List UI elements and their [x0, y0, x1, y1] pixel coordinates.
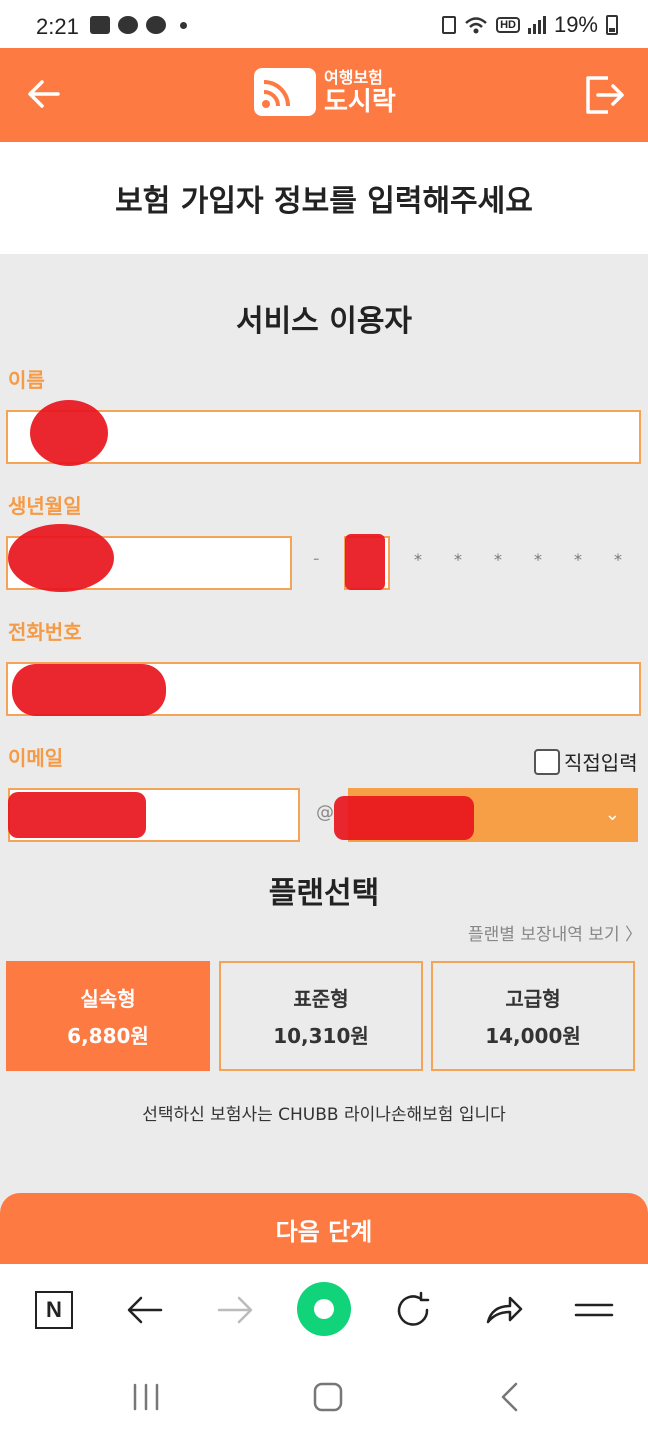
masked-digit: * [494, 550, 502, 569]
birth-separator: - [313, 548, 320, 569]
naver-green-dot-icon[interactable] [296, 1281, 352, 1337]
battery-percent: 19% [553, 12, 598, 37]
logo-line1: 여행보험 [324, 67, 383, 87]
masked-digit: * [414, 550, 422, 569]
kakaotalk-icon [118, 16, 138, 34]
logo-line2: 도시락 [324, 86, 396, 117]
status-right: HD 19% [442, 12, 618, 38]
page-title: 보험 가입자 정보를 입력해주세요 [0, 142, 648, 254]
plan-name: 고급형 [505, 987, 561, 1011]
hd-badge: HD [496, 17, 520, 33]
redaction-mark [8, 792, 146, 838]
chat-bubble-icon [146, 16, 166, 34]
direct-input-label: 직접입력 [564, 751, 638, 775]
id-masked-digits: * * * * * * [414, 550, 622, 569]
service-user-title: 서비스 이용자 [235, 304, 413, 339]
back-arrow-icon[interactable] [24, 74, 64, 114]
email-label: 이메일 [8, 746, 64, 770]
plan-price: 10,310원 [273, 1024, 369, 1048]
redaction-mark [30, 400, 108, 466]
phone-label: 전화번호 [8, 620, 82, 644]
redaction-mark [12, 664, 166, 716]
system-back-icon[interactable] [496, 1382, 524, 1412]
direct-input-checkbox[interactable]: 직접입력 [534, 747, 638, 776]
status-bar: 2:21 HD 19% [0, 0, 648, 48]
rss-logo-icon [254, 68, 316, 116]
browser-forward-icon[interactable] [211, 1286, 259, 1334]
notification-icons [90, 16, 187, 34]
plan-option-standard[interactable]: 표준형 10,310원 [219, 961, 423, 1071]
status-time: 2:21 [36, 14, 79, 39]
more-notifications-icon [180, 21, 187, 29]
menu-icon[interactable] [570, 1286, 618, 1334]
reload-icon[interactable] [389, 1286, 437, 1334]
masked-digit: * [574, 550, 582, 569]
battery-icon [606, 15, 618, 35]
redaction-mark [8, 524, 114, 592]
logout-icon[interactable] [584, 74, 626, 116]
insurer-note: 선택하신 보험사는 CHUBB 라이나손해보험 입니다 [142, 1105, 506, 1125]
masked-digit: * [454, 550, 462, 569]
plan-section-title: 플랜선택 [268, 876, 380, 911]
plan-price: 6,880원 [67, 1024, 149, 1048]
redaction-mark [334, 796, 474, 840]
sync-icon [442, 16, 457, 34]
plan-option-basic[interactable]: 실속형 6,880원 [6, 961, 210, 1071]
plan-coverage-link[interactable]: 플랜별 보장내역 보기 〉 [468, 920, 642, 945]
wifi-icon [465, 17, 487, 34]
signal-icon [527, 16, 546, 34]
redaction-mark [345, 534, 385, 590]
home-icon[interactable] [312, 1382, 344, 1412]
name-label: 이름 [8, 368, 45, 392]
browser-toolbar: N [0, 1264, 648, 1354]
checkbox-box[interactable] [534, 748, 560, 775]
share-icon[interactable] [480, 1286, 528, 1334]
app-header: 여행보험 도시락 [0, 48, 648, 142]
browser-back-icon[interactable] [121, 1286, 169, 1334]
masked-digit: * [534, 550, 542, 569]
plan-name: 실속형 [80, 987, 136, 1011]
next-step-button[interactable]: 다음 단계 [0, 1193, 648, 1265]
gallery-icon [90, 16, 110, 34]
naver-home-icon[interactable]: N [30, 1286, 78, 1334]
masked-digit: * [614, 550, 622, 569]
plan-price: 14,000원 [485, 1024, 581, 1048]
plan-name: 표준형 [293, 987, 349, 1011]
email-at-sign: @ [316, 802, 334, 823]
plan-option-premium[interactable]: 고급형 14,000원 [431, 961, 635, 1071]
app-logo: 여행보험 도시락 [254, 68, 396, 116]
chevron-down-icon: ⌄ [604, 804, 620, 825]
recent-apps-icon[interactable] [130, 1382, 162, 1412]
birth-label: 생년월일 [8, 494, 82, 518]
system-nav-bar [0, 1354, 648, 1440]
